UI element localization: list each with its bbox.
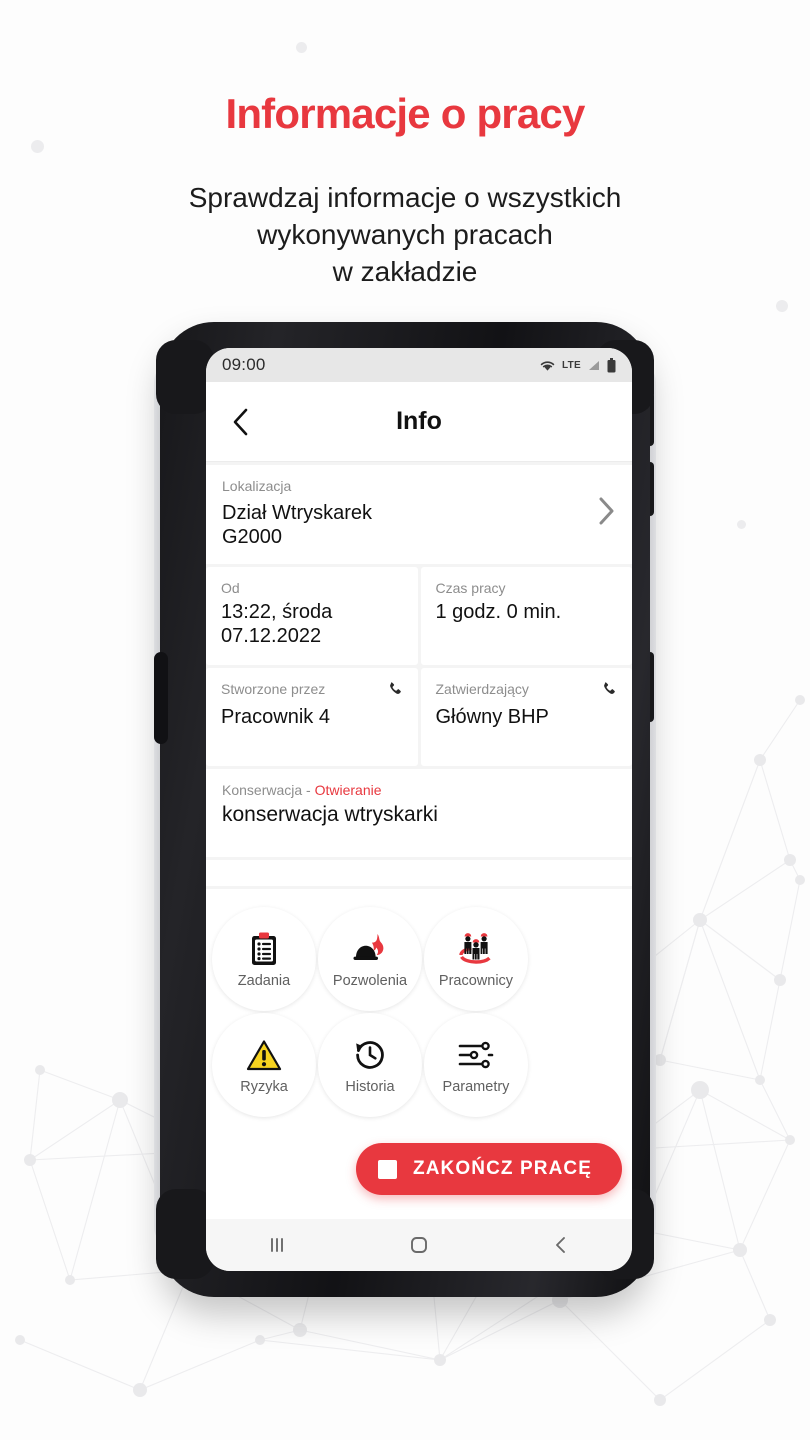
info-cell-stworzone-przez[interactable]: Stworzone przez Pracownik 4: [206, 668, 418, 766]
info-cell-od[interactable]: Od 13:22, środa 07.12.2022: [206, 567, 418, 665]
info-cell-zatwierdzajacy[interactable]: Zatwierdzający Główny BHP: [420, 668, 632, 766]
action-label: Ryzyka: [240, 1079, 288, 1095]
action-historia[interactable]: Historia: [318, 1013, 422, 1117]
info-cell-value: 13:22, środa 07.12.2022: [221, 600, 403, 648]
nav-back-icon: [556, 1237, 565, 1253]
action-grid: Zadania Pozwolenia Pracownicy Ryzyka His…: [212, 907, 626, 1117]
history-clock-icon: [353, 1035, 387, 1075]
subtitle-line-1: Sprawdzaj informacje o wszystkich: [188, 182, 622, 213]
phone-case: 09:00 LTE Info Lokalizacja Dział Wtryska…: [154, 322, 654, 1297]
action-label: Pozwolenia: [332, 973, 408, 989]
page-subtitle: Sprawdzaj informacje o wszystkich wykony…: [0, 180, 810, 291]
info-cell-value-line-1: 1 godz. 0 min.: [435, 601, 562, 623]
subtitle-line-3: w zakładzie: [332, 255, 478, 287]
signal-icon: [589, 360, 599, 370]
app-bar-title: Info: [396, 407, 442, 435]
status-icons: LTE: [539, 357, 616, 373]
location-text: Lokalizacja Dział Wtryskarek G2000: [222, 478, 586, 549]
location-chevron[interactable]: [586, 495, 616, 532]
info-cell-value-line-2: 07.12.2022: [221, 625, 322, 647]
info-cell-value-line-1: Pracownik 4: [221, 706, 330, 728]
decor-dot: [296, 42, 307, 53]
location-value: Dział Wtryskarek G2000: [222, 501, 586, 549]
decor-dot: [31, 140, 44, 153]
action-label: Pracownicy: [438, 973, 514, 989]
promo-page: Informacje o pracy Sprawdzaj informacje …: [0, 0, 810, 1440]
helmet-fire-icon: [352, 929, 388, 969]
stop-square-icon: [378, 1159, 398, 1179]
nav-home-button[interactable]: [389, 1225, 449, 1265]
action-label: Historia: [345, 1079, 395, 1095]
phone-screen: 09:00 LTE Info Lokalizacja Dział Wtryska…: [206, 348, 632, 1271]
action-ryzyka[interactable]: Ryzyka: [212, 1013, 316, 1117]
action-pracownicy[interactable]: Pracownicy: [424, 907, 528, 1011]
info-cell-value: Główny BHP: [436, 705, 618, 729]
info-cell-label: Stworzone przez: [221, 681, 326, 697]
info-row-2: Stworzone przez Pracownik 4 Zatwierdzają…: [206, 668, 632, 766]
info-cell-value: Pracownik 4: [221, 705, 403, 729]
description-value: konserwacja wtryskarki: [222, 803, 438, 826]
finish-work-label: ZAKOŃCZ PRACĘ: [413, 1158, 592, 1179]
info-cell-head: Zatwierdzający: [436, 681, 618, 701]
info-cell-head: Czas pracy: [436, 580, 618, 596]
page-title: Informacje o pracy: [225, 90, 585, 137]
action-grid-section: Zadania Pozwolenia Pracownicy Ryzyka His…: [206, 889, 632, 1219]
info-cell-value-line-1: Główny BHP: [435, 706, 549, 728]
status-time: 09:00: [222, 355, 266, 374]
phone-mockup: 09:00 LTE Info Lokalizacja Dział Wtryska…: [146, 322, 664, 1297]
info-cell-value-line-1: 13:22, środa: [221, 601, 333, 623]
chevron-right-icon: [599, 497, 614, 525]
info-cell-label: Zatwierdzający: [435, 681, 529, 697]
description-label: Konserwacja - Otwieranie: [222, 782, 616, 798]
recents-icon: [271, 1238, 283, 1252]
info-cell-label: Od: [221, 580, 240, 596]
action-label: Parametry: [442, 1079, 510, 1095]
sliders-icon: [458, 1035, 494, 1075]
location-label: Lokalizacja: [222, 478, 292, 494]
finish-work-button[interactable]: ZAKOŃCZ PRACĘ: [356, 1143, 622, 1195]
android-nav-bar: [206, 1219, 632, 1271]
nav-back-button[interactable]: [531, 1225, 591, 1265]
clipboard-icon: [249, 929, 279, 969]
action-parametry[interactable]: Parametry: [424, 1013, 528, 1117]
action-pozwolenia[interactable]: Pozwolenia: [318, 907, 422, 1011]
phone-icon[interactable]: [388, 681, 403, 701]
info-cell-head: Stworzone przez: [221, 681, 403, 701]
description-card[interactable]: Konserwacja - Otwieranie konserwacja wtr…: [206, 769, 632, 857]
home-icon: [411, 1237, 427, 1253]
battery-icon: [607, 357, 616, 372]
app-bar: Info: [206, 382, 632, 462]
description-label-main: Konserwacja -: [222, 782, 315, 798]
phone-icon[interactable]: [602, 681, 617, 701]
location-value-line-1: Dział Wtryskarek: [222, 502, 373, 524]
workers-icon: [457, 929, 495, 969]
action-label: Zadania: [237, 973, 291, 989]
chevron-left-icon: [233, 408, 248, 435]
screen-body: Lokalizacja Dział Wtryskarek G2000 Od 13…: [206, 462, 632, 1219]
info-cell-label: Czas pracy: [435, 580, 506, 596]
warning-triangle-icon: [246, 1035, 282, 1075]
decor-dot: [776, 300, 788, 312]
decor-dot: [737, 520, 746, 529]
wifi-icon: [540, 360, 555, 371]
location-value-line-2: G2000: [222, 526, 283, 548]
case-side-notch-left: [154, 652, 168, 744]
location-card[interactable]: Lokalizacja Dział Wtryskarek G2000: [206, 465, 632, 564]
action-zadania[interactable]: Zadania: [212, 907, 316, 1011]
info-cell-value: 1 godz. 0 min.: [436, 600, 618, 624]
subtitle-line-2: wykonywanych pracach: [257, 218, 553, 250]
description-label-accent: Otwieranie: [314, 782, 382, 798]
divider-card: [206, 860, 632, 886]
info-row-1: Od 13:22, środa 07.12.2022 Czas pracy 1 …: [206, 567, 632, 665]
info-cell-czas-pracy[interactable]: Czas pracy 1 godz. 0 min.: [420, 567, 632, 665]
info-cell-head: Od: [221, 580, 403, 596]
back-button[interactable]: [224, 405, 258, 439]
nav-recents-button[interactable]: [247, 1225, 307, 1265]
network-type-label: LTE: [561, 359, 581, 371]
status-bar: 09:00 LTE: [206, 348, 632, 382]
